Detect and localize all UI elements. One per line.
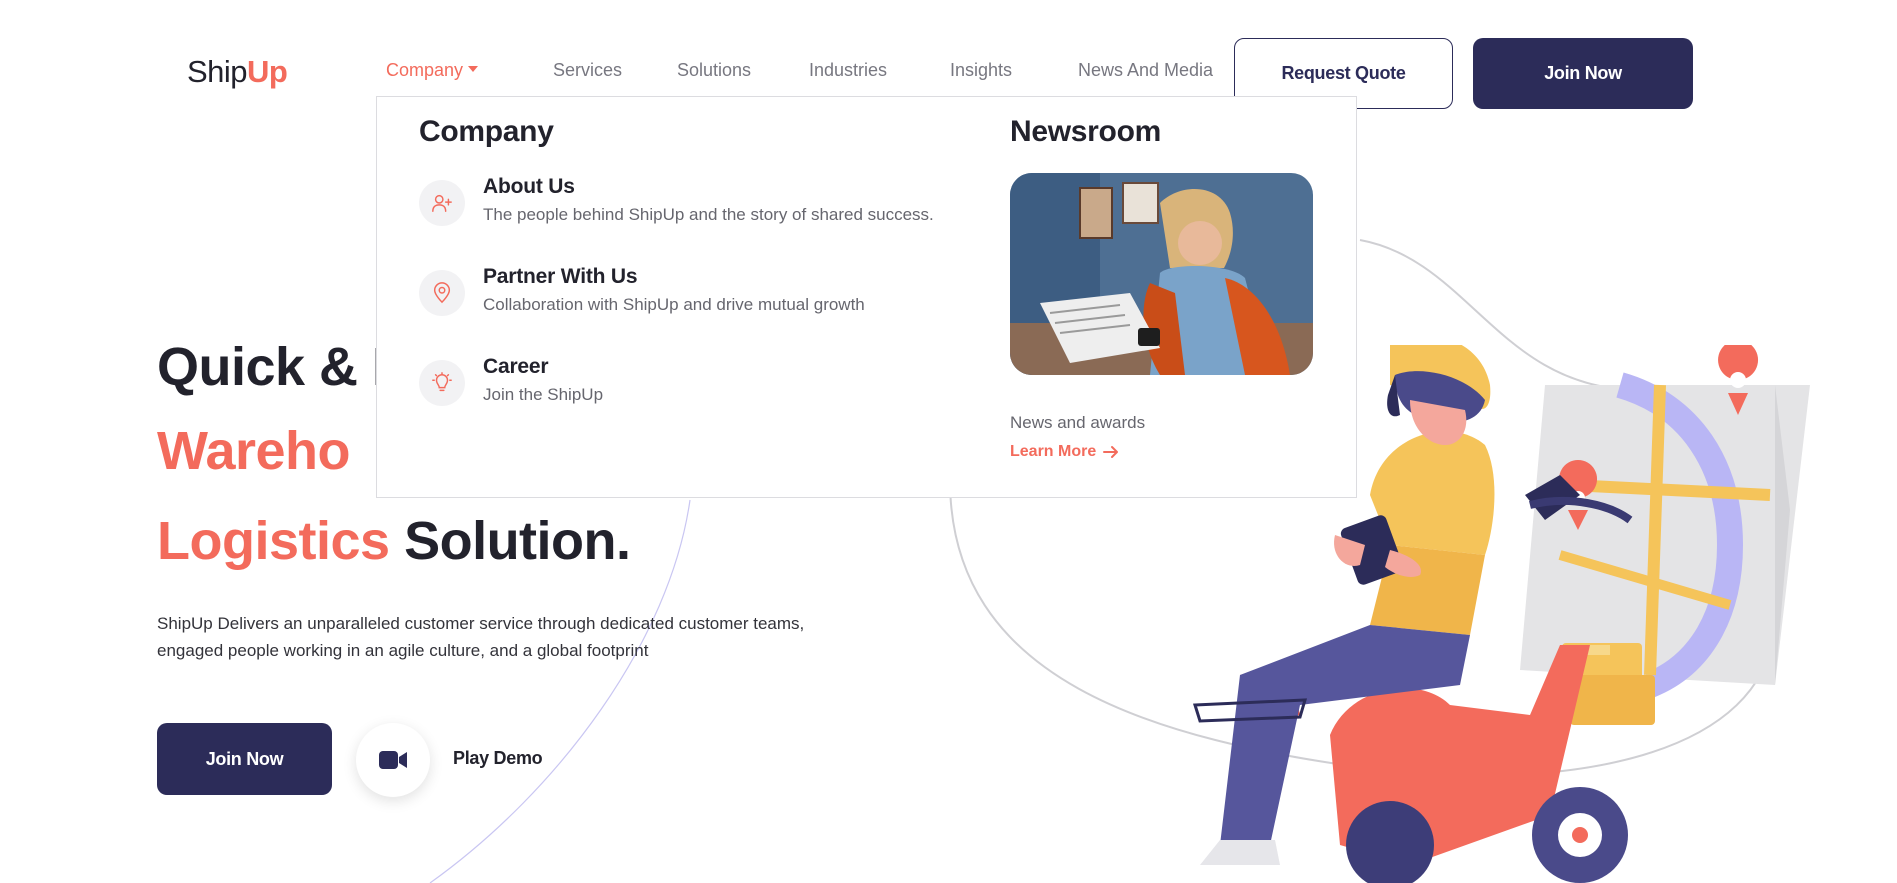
logo-text-up: Up <box>247 54 288 89</box>
dropdown-item-partner-with-us[interactable]: Partner With Us Collaboration with ShipU… <box>419 265 865 316</box>
hero-title-line-3: Logistics Solution. <box>157 510 631 572</box>
nav-item-solutions[interactable]: Solutions <box>677 60 751 81</box>
shipup-logo[interactable]: ShipUp <box>187 54 288 90</box>
hero-description: ShipUp Delivers an unparalleled customer… <box>157 614 805 660</box>
lightbulb-icon <box>432 372 452 392</box>
dropdown-item-icon-wrap <box>419 180 465 226</box>
nav-item-company-label: Company <box>386 60 464 80</box>
dropdown-item-about-us[interactable]: About Us The people behind ShipUp and th… <box>419 175 934 226</box>
map-pin-icon <box>433 282 451 304</box>
join-now-header-button[interactable]: Join Now <box>1473 38 1693 109</box>
hero-title-line-1: Quick & R <box>157 337 411 397</box>
nav-item-insights[interactable]: Insights <box>950 60 1012 81</box>
learn-more-label: Learn More <box>1010 443 1097 460</box>
dropdown-item-title: About Us <box>483 175 575 198</box>
hero-title-line-2: Wareho <box>157 421 351 481</box>
dropdown-item-description: Collaboration with ShipUp and drive mutu… <box>483 295 865 314</box>
dropdown-item-icon-wrap <box>419 270 465 316</box>
nav-item-news-and-media[interactable]: News And Media <box>1078 60 1213 81</box>
user-plus-icon <box>432 194 452 212</box>
dropdown-newsroom-heading: Newsroom <box>1010 115 1161 148</box>
dropdown-item-description: Join the ShipUp <box>483 385 604 404</box>
arrow-right-icon <box>1103 446 1119 458</box>
nav-item-company[interactable]: Company <box>386 60 479 81</box>
video-camera-icon <box>379 751 407 769</box>
hero-title-dark: Solution. <box>404 511 631 571</box>
play-demo-button[interactable] <box>356 723 430 797</box>
dropdown-item-title: Career <box>483 355 549 378</box>
nav-item-industries[interactable]: Industries <box>809 60 887 81</box>
caret-down-icon <box>468 66 479 73</box>
learn-more-link[interactable]: Learn More <box>1010 443 1120 461</box>
logo-text-ship: Ship <box>187 54 248 89</box>
dropdown-company-heading: Company <box>419 115 554 148</box>
nav-item-services[interactable]: Services <box>553 60 622 81</box>
newsroom-caption: News and awards <box>1010 413 1146 432</box>
join-now-hero-button[interactable]: Join Now <box>157 723 332 795</box>
dropdown-item-title: Partner With Us <box>483 265 638 288</box>
play-demo-label[interactable]: Play Demo <box>453 748 543 769</box>
hero-title-accent: Logistics <box>157 511 390 571</box>
newsroom-image[interactable] <box>1010 173 1313 375</box>
dropdown-item-description: The people behind ShipUp and the story o… <box>483 205 934 224</box>
woman-reading-newspaper-photo <box>1010 173 1313 375</box>
company-dropdown-menu: Company About Us The people behind ShipU… <box>376 96 1357 498</box>
dropdown-item-icon-wrap <box>419 360 465 406</box>
dropdown-item-career[interactable]: Career Join the ShipUp <box>419 355 603 406</box>
